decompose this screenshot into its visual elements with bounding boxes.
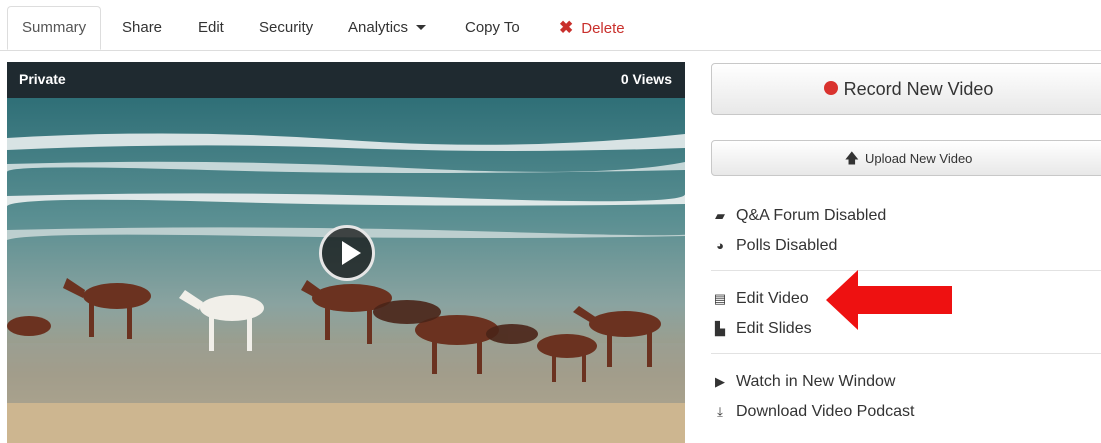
tab-delete-label: Delete <box>581 20 625 37</box>
tab-copy-to[interactable]: Copy To <box>465 6 520 50</box>
play-icon: ▶ <box>715 374 725 389</box>
comment-icon: ▰ <box>715 208 725 223</box>
upload-new-video-button[interactable]: 🡅 Upload New Video <box>711 140 1101 176</box>
qa-forum-label: Q&A Forum Disabled <box>736 207 887 224</box>
download-podcast-link[interactable]: ⤓ Download Video Podcast <box>712 401 915 423</box>
watch-label: Watch in New Window <box>736 373 896 390</box>
edit-video-link[interactable]: ▤ Edit Video <box>712 288 809 310</box>
upload-label: Upload New Video <box>864 151 973 166</box>
divider <box>711 353 1101 354</box>
qa-forum-link[interactable]: ▰ Q&A Forum Disabled <box>712 205 886 227</box>
tab-edit[interactable]: Edit <box>198 6 224 50</box>
download-label: Download Video Podcast <box>736 403 915 420</box>
video-header: Private 0 Views <box>7 62 685 98</box>
record-new-video-button[interactable]: Record New Video <box>711 63 1101 115</box>
film-icon: ▤ <box>713 291 727 306</box>
edit-slides-label: Edit Slides <box>736 320 812 337</box>
arrow-up-icon: 🡅 <box>844 150 859 166</box>
pie-chart-icon: ◕ <box>716 238 724 253</box>
polls-link[interactable]: ◕ Polls Disabled <box>712 235 837 257</box>
caret-down-icon <box>416 24 427 30</box>
edit-slides-link[interactable]: ▙ Edit Slides <box>712 318 812 340</box>
watch-new-window-link[interactable]: ▶ Watch in New Window <box>712 371 895 393</box>
tab-delete[interactable]: ✖ Delete <box>559 6 625 50</box>
tab-bar: Summary Share Edit Security Analytics Co… <box>0 0 1101 51</box>
tab-security[interactable]: Security <box>259 6 313 50</box>
file-icon: ▙ <box>715 321 725 336</box>
polls-label: Polls Disabled <box>736 237 838 254</box>
view-count: 0 Views <box>620 71 672 87</box>
tab-share[interactable]: Share <box>122 6 162 50</box>
video-player[interactable]: Private 0 Views <box>7 62 685 443</box>
tab-analytics-label: Analytics <box>348 19 409 36</box>
download-icon: ⤓ <box>717 404 723 419</box>
tab-analytics[interactable]: Analytics <box>348 6 427 50</box>
close-icon: ✖ <box>559 18 574 37</box>
red-arrow-annotation <box>826 270 952 330</box>
visibility-label: Private <box>19 71 66 87</box>
play-button[interactable] <box>319 225 375 281</box>
record-label: Record New Video <box>843 79 994 99</box>
tab-summary[interactable]: Summary <box>7 6 102 50</box>
record-dot-icon <box>823 81 838 96</box>
edit-video-label: Edit Video <box>736 290 809 307</box>
